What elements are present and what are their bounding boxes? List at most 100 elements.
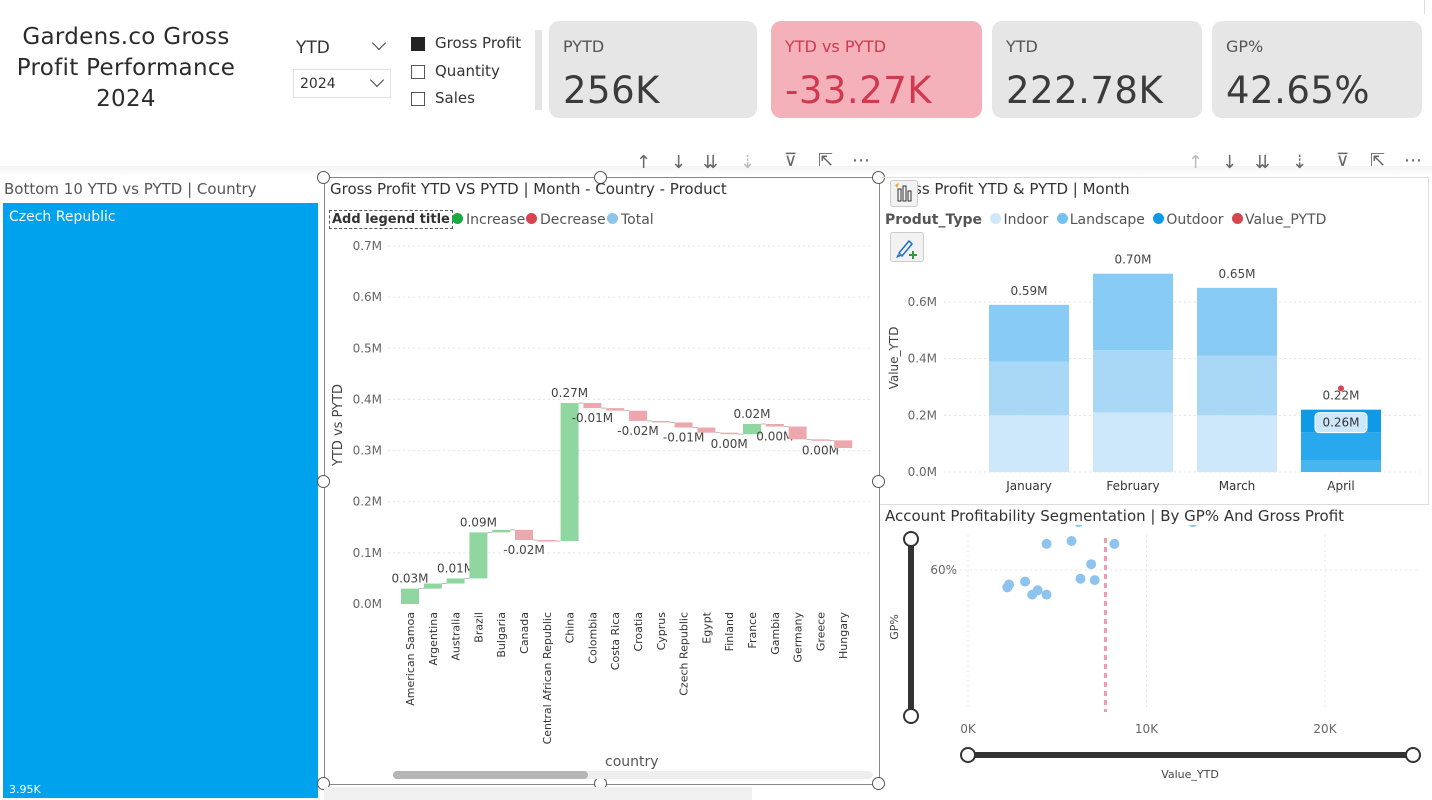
filter-icon[interactable]: ⊽ — [784, 150, 797, 171]
waterfall-bar — [697, 427, 716, 433]
title-line: 2024 — [96, 86, 156, 112]
x-tick-label: 0K — [960, 722, 977, 736]
x-zoom-slider-handle[interactable] — [1405, 747, 1421, 763]
sort-asc-icon[interactable]: ↑ — [1188, 152, 1203, 173]
x-axis-title: Value_YTD — [1161, 768, 1219, 781]
more-options-icon[interactable]: ⋯ — [852, 150, 870, 171]
column-chart[interactable]: 0.0M 0.2M 0.4M 0.6M Value_YTD 0.59M January 0.7… — [880, 240, 1428, 500]
measure-option-quantity[interactable]: Quantity — [411, 61, 500, 81]
waterfall-bar — [492, 529, 511, 533]
y-zoom-slider-handle[interactable] — [903, 708, 919, 724]
kpi-value: 42.65% — [1226, 69, 1371, 112]
focus-mode-icon[interactable]: ⇱ — [818, 150, 833, 171]
y-zoom-slider-handle[interactable] — [903, 531, 919, 547]
checkbox-icon[interactable] — [411, 91, 425, 106]
scatter-point — [1089, 575, 1100, 586]
waterfall-bar — [765, 423, 784, 427]
scatter-point — [1004, 579, 1015, 590]
scatter-point — [1041, 538, 1052, 549]
build-visual-button[interactable] — [890, 180, 918, 207]
waterfall-bar — [651, 420, 670, 423]
x-tick-label: Egypt — [700, 611, 713, 643]
scrollbar-thumb[interactable] — [393, 771, 588, 779]
scatter-point — [1086, 559, 1097, 570]
waterfall-bar — [606, 408, 625, 411]
y-tick-label: 0.0M — [353, 597, 382, 611]
page-title: Gardens.co Gross Profit Performance 2024 — [0, 22, 252, 115]
legend-marker — [990, 213, 1002, 224]
x-tick-label: China — [564, 612, 577, 643]
x-tick-label: Greece — [814, 612, 827, 651]
waterfall-bar — [469, 532, 488, 579]
waterfall-bar — [446, 578, 465, 584]
waterfall-scrollbar[interactable] — [393, 771, 873, 779]
waterfall-chart[interactable]: 0.0M 0.1M 0.2M 0.3M 0.4M 0.5M 0.6M 0.7M YTD vs P… — [324, 230, 880, 790]
legend-label: Decrease — [540, 212, 606, 228]
x-zoom-slider-handle[interactable] — [960, 747, 976, 763]
tooltip-label: 0.26M — [1322, 416, 1359, 430]
checkbox-icon[interactable] — [411, 36, 425, 51]
year-slicer[interactable]: 2024 — [293, 69, 391, 98]
legend-item-outdoor[interactable]: Outdoor — [1153, 212, 1224, 228]
legend-title-text: Add legend title — [332, 212, 450, 227]
y-tick-label: 0.2M — [353, 495, 382, 509]
column-segment — [1301, 432, 1381, 461]
treemap-tile-label: Czech Republic — [9, 209, 116, 225]
legend-label: Increase — [466, 212, 526, 228]
total-label: 0.59M — [1010, 284, 1047, 298]
kpi-label: YTD — [1006, 37, 1038, 56]
data-label: -0.01M — [572, 411, 613, 425]
drill-hierarchy-icon[interactable]: ⇣ — [740, 152, 755, 173]
measure-option-sales[interactable]: Sales — [411, 88, 475, 108]
waterfall-x-axis-title: country — [605, 754, 659, 770]
legend-item-total[interactable]: Total — [607, 212, 654, 228]
period-slicer[interactable]: YTD — [294, 35, 390, 62]
kpi-card-ytd: YTD 222.78K — [992, 21, 1202, 118]
drill-down-icon[interactable]: ↓ — [671, 152, 686, 173]
legend-marker — [607, 213, 618, 224]
kpi-separator — [545, 0, 1425, 14]
expand-all-icon[interactable]: ⇊ — [703, 152, 718, 173]
measure-option-gross-profit[interactable]: Gross Profit — [411, 33, 521, 53]
scatter-point — [1020, 576, 1031, 587]
sort-asc-icon[interactable]: ↑ — [636, 152, 651, 173]
focus-mode-icon[interactable]: ⇱ — [1370, 150, 1385, 171]
checkbox-icon[interactable] — [411, 64, 425, 79]
title-line: Gardens.co Gross — [22, 24, 230, 50]
more-options-icon[interactable]: ⋯ — [1404, 150, 1422, 171]
legend-label: Value_PYTD — [1244, 212, 1327, 228]
treemap-tile-value: 3.95K — [9, 783, 41, 796]
kpi-label: PYTD — [563, 37, 605, 56]
legend-item-increase[interactable]: Increase — [452, 212, 525, 228]
kpi-value: 222.78K — [1006, 69, 1164, 112]
y-tick-label: 0.2M — [908, 408, 937, 422]
legend-item-value-pytd[interactable]: Value_PYTD — [1231, 212, 1327, 228]
expand-all-icon[interactable]: ⇊ — [1255, 152, 1270, 173]
waterfall-bar — [834, 440, 853, 449]
drill-hierarchy-icon[interactable]: ⇣ — [1292, 152, 1307, 173]
x-tick-label: Central African Republic — [541, 612, 554, 744]
y-tick-label: 0.3M — [353, 444, 382, 458]
y-tick-label: 0.4M — [908, 352, 937, 366]
filter-icon[interactable]: ⊽ — [1336, 150, 1349, 171]
x-tick-label: January — [1005, 479, 1052, 493]
waterfall-bar — [720, 432, 739, 435]
column-legend: Produt_Type Indoor Landscape Outdoor Val… — [885, 212, 1326, 228]
scatter-point — [1188, 525, 1198, 528]
legend-item-decrease[interactable]: Decrease — [526, 212, 606, 228]
waterfall-bar — [811, 439, 830, 441]
treemap-tile-czech-republic[interactable]: Czech Republic 3.95K — [3, 203, 318, 798]
y-axis-title: YTD vs PYTD — [331, 384, 346, 467]
y-tick-label: 60% — [930, 563, 957, 577]
x-tick-label: Brazil — [472, 612, 485, 643]
legend-item-landscape[interactable]: Landscape — [1056, 212, 1145, 228]
waterfall-bar — [537, 540, 556, 542]
legend-item-indoor[interactable]: Indoor — [990, 212, 1048, 228]
x-tick-label: Hungary — [837, 612, 850, 659]
slicer-scrollbar[interactable] — [535, 30, 542, 110]
scatter-point — [1075, 573, 1086, 584]
legend-title[interactable]: Add legend title — [329, 210, 453, 229]
drill-down-icon[interactable]: ↓ — [1222, 152, 1237, 173]
scatter-chart[interactable]: 0K10K20K20%40%60%Value_YTDGP% — [880, 525, 1432, 800]
resize-handle[interactable] — [317, 171, 330, 184]
